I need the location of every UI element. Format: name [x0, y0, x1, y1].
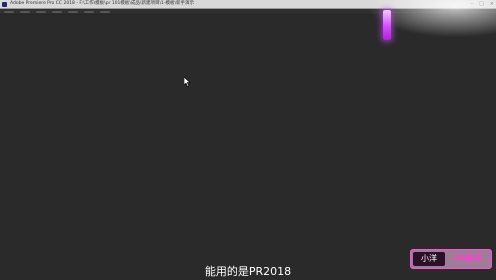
menu-bar — [0, 9, 496, 15]
window-controls: – □ × — [471, 1, 494, 7]
watermark-topic: PR教学 — [454, 254, 483, 263]
maximize-icon[interactable]: □ — [479, 1, 484, 7]
workspace-area — [0, 16, 496, 280]
menu-item[interactable] — [20, 10, 30, 13]
minimize-icon[interactable]: – — [471, 1, 474, 7]
window-title: Adobe Premiere Pro CC 2018 - F:\工作\模板\pr… — [10, 1, 194, 6]
menu-item[interactable] — [84, 10, 94, 13]
close-icon[interactable]: × — [490, 1, 494, 7]
watermark-author: 小洋 — [413, 252, 445, 266]
title-bar: Adobe Premiere Pro CC 2018 - F:\工作\模板\pr… — [0, 0, 496, 9]
menu-item[interactable] — [68, 10, 78, 13]
premiere-pro-icon — [2, 1, 7, 7]
channel-watermark: 小洋 PR教学 — [410, 249, 492, 269]
pink-glow-marker — [383, 10, 391, 40]
menu-item[interactable] — [52, 10, 62, 13]
menu-item[interactable] — [36, 10, 46, 13]
menu-item[interactable] — [100, 10, 110, 13]
menu-item[interactable] — [4, 10, 14, 13]
mouse-pointer-icon — [184, 77, 191, 87]
